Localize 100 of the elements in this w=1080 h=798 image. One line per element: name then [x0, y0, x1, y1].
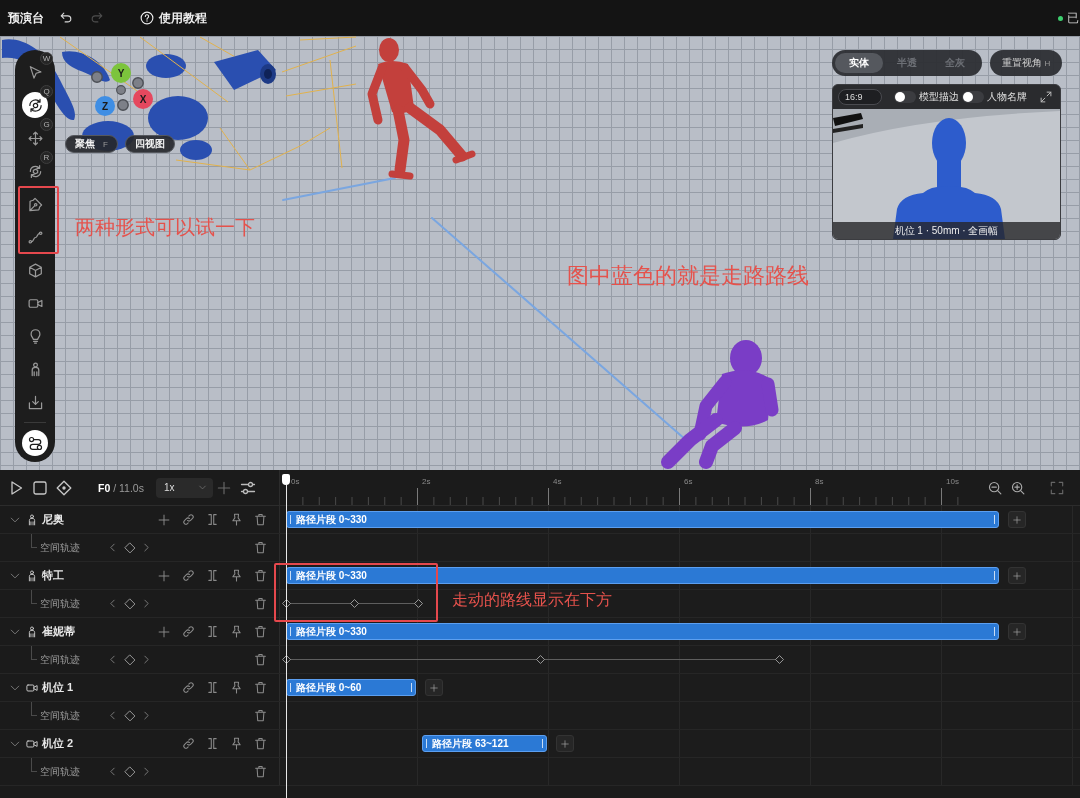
time-label: 0s	[291, 477, 300, 486]
track-name: 特工	[42, 568, 64, 583]
chevron-down-icon[interactable]	[10, 514, 20, 525]
add-clip-button[interactable]	[556, 735, 575, 752]
sliders-icon[interactable]	[239, 479, 256, 496]
reset-view-button[interactable]: 重置视角 H	[990, 50, 1062, 76]
view-button[interactable]: 聚焦 F	[65, 135, 118, 153]
pin-icon[interactable]	[229, 681, 243, 694]
brackets-icon[interactable]	[205, 737, 219, 750]
add-clip-button[interactable]	[1008, 623, 1026, 640]
keyframe-icon[interactable]	[774, 655, 784, 664]
chevron-left-icon[interactable]	[108, 543, 117, 552]
diamond-icon[interactable]	[123, 653, 136, 666]
brackets-icon[interactable]	[205, 513, 219, 526]
pin-icon[interactable]	[229, 513, 243, 526]
chevron-right-icon[interactable]	[142, 655, 151, 664]
undo-icon[interactable]	[59, 11, 73, 25]
chevron-down-icon[interactable]	[10, 738, 20, 749]
person-icon	[26, 513, 38, 526]
trash-icon[interactable]	[253, 709, 267, 722]
axis-knob-icon[interactable]	[91, 71, 103, 83]
fullscreen-icon[interactable]	[1050, 480, 1064, 495]
chevron-down-icon[interactable]	[10, 682, 20, 693]
zoom-out-icon[interactable]	[988, 480, 1002, 495]
chevron-right-icon[interactable]	[142, 543, 151, 552]
diamond-icon[interactable]	[123, 597, 136, 610]
route-button[interactable]	[22, 430, 48, 456]
plus-icon	[1013, 515, 1021, 524]
diamond-icon[interactable]	[123, 765, 136, 778]
annotation-text: 两种形式可以试一下	[75, 215, 255, 239]
axis-handle[interactable]: X	[133, 89, 153, 109]
clip-bar[interactable]: 路径片段 63~121	[422, 735, 548, 752]
cursor-icon	[27, 64, 43, 80]
chevron-down-icon[interactable]	[10, 570, 20, 581]
clip-bar[interactable]: 路径片段 0~60	[286, 679, 416, 696]
playhead[interactable]	[282, 474, 290, 798]
link-icon[interactable]	[181, 625, 195, 638]
trash-icon[interactable]	[253, 653, 267, 666]
clip-bar[interactable]: 路径片段 0~330	[286, 567, 999, 584]
chevron-left-icon[interactable]	[108, 599, 117, 608]
axis-knob-icon[interactable]	[132, 77, 144, 89]
diamond-icon[interactable]	[123, 709, 136, 722]
expand-icon[interactable]	[1040, 91, 1052, 103]
trash-icon[interactable]	[253, 569, 267, 582]
link-icon[interactable]	[181, 681, 195, 694]
shortcut-key: R	[40, 151, 53, 164]
add-clip-button[interactable]	[1008, 567, 1026, 584]
keyframe-icon[interactable]	[535, 655, 545, 664]
pin-icon[interactable]	[229, 737, 243, 750]
shortcut-key: H	[1044, 58, 1051, 68]
plus-icon[interactable]	[158, 569, 170, 582]
play-icon[interactable]	[8, 479, 24, 496]
trash-icon[interactable]	[253, 737, 267, 750]
view-button[interactable]: 四视图	[124, 135, 175, 153]
trash-icon[interactable]	[253, 625, 267, 638]
toggle-label: 模型描边	[919, 90, 959, 104]
link-icon[interactable]	[181, 513, 195, 526]
trash-icon[interactable]	[253, 681, 267, 694]
chevron-right-icon[interactable]	[142, 599, 151, 608]
plus-icon[interactable]	[158, 625, 170, 638]
chevron-left-icon[interactable]	[108, 711, 117, 720]
clip-bar[interactable]: 路径片段 0~330	[286, 623, 999, 640]
rotate-icon	[27, 163, 43, 179]
orbit-icon	[27, 97, 43, 113]
chevron-right-icon[interactable]	[142, 767, 151, 776]
plus-icon[interactable]	[158, 513, 170, 526]
toggle-switch[interactable]	[962, 91, 984, 103]
zoom-in-icon[interactable]	[1011, 480, 1025, 495]
add-clip-button[interactable]	[424, 679, 443, 696]
pin-icon[interactable]	[229, 625, 243, 638]
chevron-left-icon[interactable]	[108, 767, 117, 776]
toggle-switch[interactable]	[894, 91, 916, 103]
axis-knob-icon[interactable]	[116, 85, 126, 95]
diamond-icon[interactable]	[123, 541, 136, 554]
axis-handle[interactable]: Z	[95, 96, 115, 116]
link-icon[interactable]	[181, 737, 195, 750]
axis-handle[interactable]: Y	[111, 63, 131, 83]
axis-knob-icon[interactable]	[117, 99, 129, 111]
trash-icon[interactable]	[253, 513, 267, 526]
brackets-icon[interactable]	[205, 625, 219, 638]
speed-select[interactable]: 1x	[155, 477, 213, 498]
chevron-down-icon[interactable]	[10, 626, 20, 637]
trash-icon[interactable]	[253, 597, 267, 610]
trash-icon[interactable]	[253, 765, 267, 778]
link-icon[interactable]	[181, 569, 195, 582]
chevron-right-icon[interactable]	[142, 711, 151, 720]
trash-icon[interactable]	[253, 541, 267, 554]
keyframe-icon[interactable]	[349, 599, 359, 608]
add-clip-button[interactable]	[1008, 511, 1026, 528]
help-link[interactable]: 使用教程	[140, 9, 207, 27]
render-mode-tab[interactable]: 实体	[835, 53, 883, 73]
aspect-ratio-select[interactable]: 16:9	[838, 89, 882, 105]
keyframe-icon[interactable]	[413, 599, 423, 608]
pin-icon[interactable]	[229, 569, 243, 582]
brackets-icon[interactable]	[205, 681, 219, 694]
stop-icon[interactable]	[32, 479, 48, 496]
chevron-left-icon[interactable]	[108, 655, 117, 664]
brackets-icon[interactable]	[205, 569, 219, 582]
clip-bar[interactable]: 路径片段 0~330	[286, 511, 999, 528]
keyframe-icon[interactable]	[56, 479, 72, 496]
